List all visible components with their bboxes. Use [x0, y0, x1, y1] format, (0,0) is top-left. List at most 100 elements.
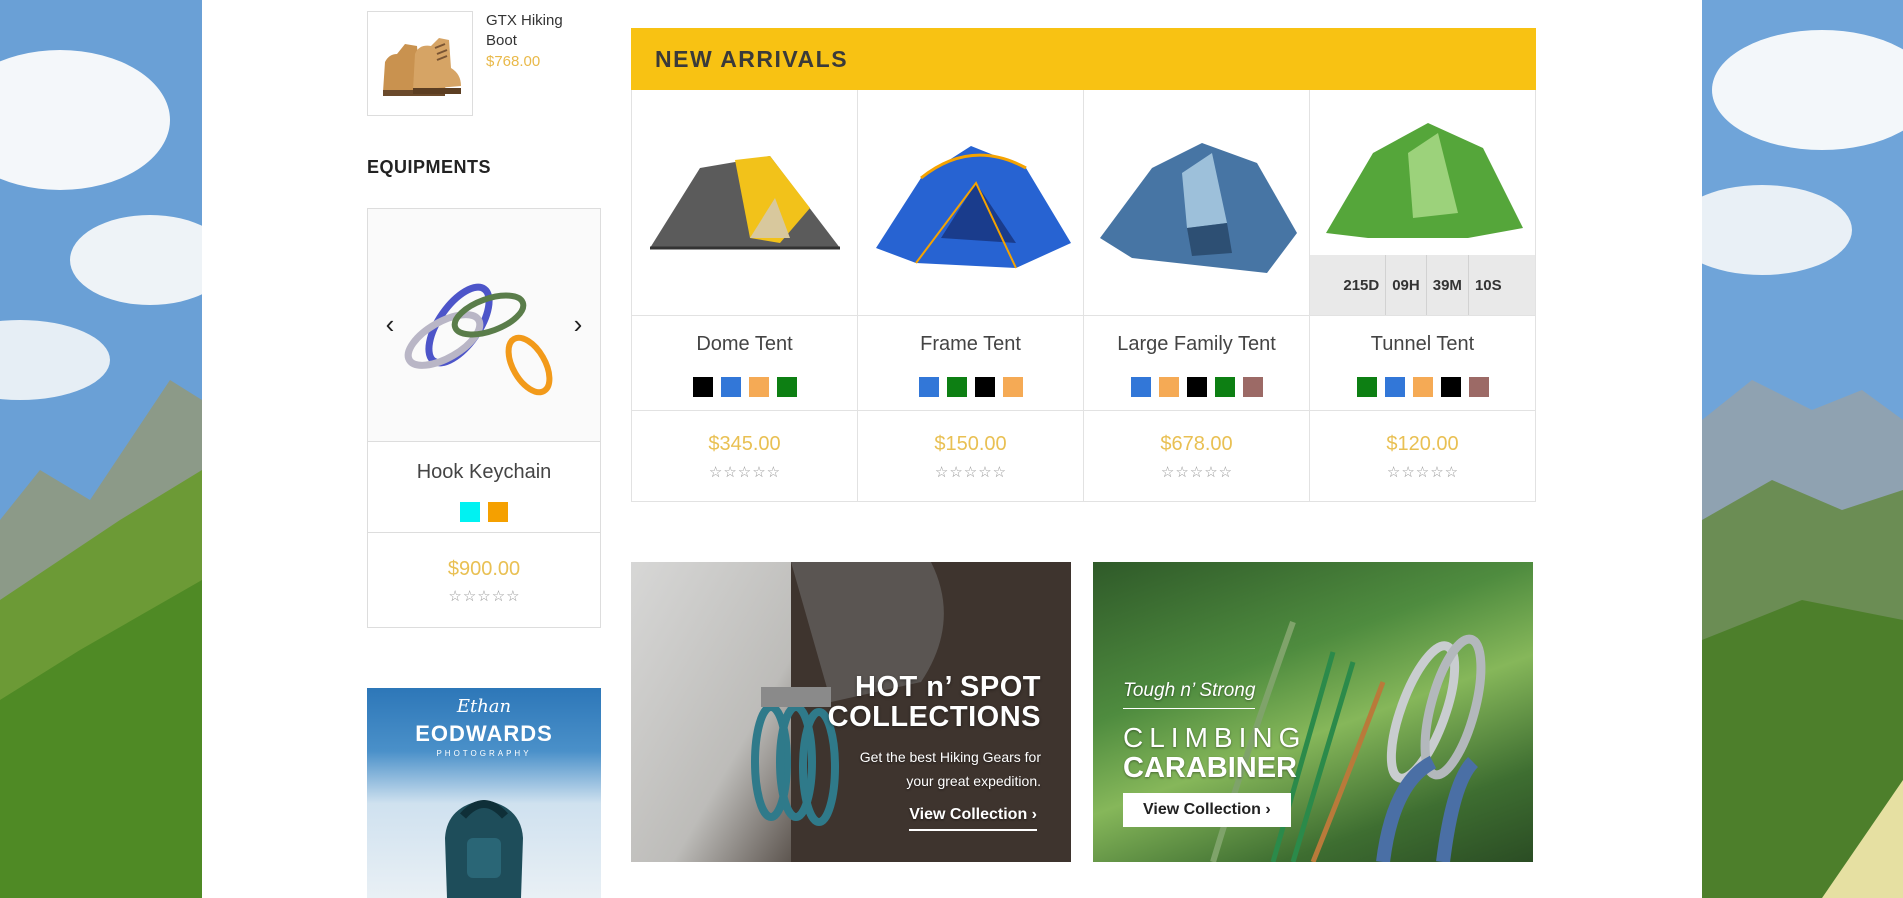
- background-scenery-right: [1702, 0, 1903, 898]
- star-rating: ☆ ☆ ☆ ☆ ☆: [448, 589, 519, 604]
- color-swatch[interactable]: [1412, 377, 1433, 397]
- product-name[interactable]: Dome Tent: [632, 316, 857, 372]
- product-image[interactable]: [632, 90, 857, 316]
- color-swatch[interactable]: [918, 377, 939, 397]
- star-outline-icon: ☆: [1415, 463, 1430, 481]
- hot-spot-title-line2: COLLECTIONS: [827, 701, 1041, 733]
- hiking-boot-image: [383, 37, 461, 96]
- product-card: Dome Tent $345.00 ☆ ☆ ☆ ☆ ☆: [632, 90, 858, 501]
- product-card: 215D 09H 39M 10S Tunnel Tent $120.00 ☆ ☆ ☆…: [1310, 90, 1536, 501]
- product-card: Large Family Tent $678.00 ☆ ☆ ☆ ☆ ☆: [1084, 90, 1310, 501]
- hot-spot-collection-banner[interactable]: HOT n’ SPOT COLLECTIONS Get the best Hiki…: [631, 562, 1071, 862]
- color-swatch[interactable]: [1002, 377, 1023, 397]
- equipments-heading: EQUIPMENTS: [367, 157, 492, 177]
- color-swatch[interactable]: [720, 377, 741, 397]
- color-swatches: [1084, 372, 1309, 410]
- product-image[interactable]: [858, 90, 1083, 316]
- star-outline-icon: ☆: [1175, 463, 1189, 481]
- new-arrivals-title: NEW ARRIVALS: [655, 46, 849, 72]
- climbing-carabiner-banner[interactable]: Tough n’ Strong CLIMBING CARABINER View …: [1093, 562, 1533, 862]
- countdown-hours: 09H: [1385, 255, 1426, 315]
- chevron-right-icon[interactable]: ›: [566, 309, 590, 339]
- countdown-minutes: 39M: [1425, 255, 1468, 315]
- product-image[interactable]: 215D 09H 39M 10S: [1310, 90, 1535, 316]
- color-swatch[interactable]: [488, 502, 508, 522]
- star-outline-icon: ☆: [1444, 463, 1459, 481]
- color-swatch[interactable]: [460, 502, 480, 522]
- carabiner-keychain-image: [404, 283, 553, 396]
- star-rating: ☆ ☆ ☆ ☆ ☆: [1387, 465, 1458, 480]
- climbing-heading-line1: CLIMBING: [1123, 722, 1307, 753]
- product-price-area: $345.00 ☆ ☆ ☆ ☆ ☆: [632, 410, 857, 501]
- new-arrivals-header: NEW ARRIVALS: [631, 28, 1536, 90]
- product-image[interactable]: [1084, 90, 1309, 316]
- color-swatch[interactable]: [776, 377, 797, 397]
- mini-product-info: GTX Hiking Boot $768.00: [486, 11, 596, 70]
- equipment-product-name[interactable]: Hook Keychain: [368, 442, 600, 502]
- view-collection-button[interactable]: View Collection ›: [909, 806, 1037, 831]
- star-outline-icon: ☆: [491, 587, 506, 605]
- product-name[interactable]: Frame Tent: [858, 316, 1083, 372]
- star-outline-icon: ☆: [462, 587, 477, 605]
- star-outline-icon: ☆: [752, 463, 766, 481]
- color-swatch[interactable]: [946, 377, 967, 397]
- view-collection-button[interactable]: View Collection ›: [1123, 793, 1291, 827]
- photography-ad-banner[interactable]: Ethan EODWARDS PHOTOGRAPHY: [367, 688, 601, 898]
- star-outline-icon: ☆: [506, 587, 520, 605]
- new-arrivals-grid: Dome Tent $345.00 ☆ ☆ ☆ ☆ ☆ Frame Tent $150.…: [631, 90, 1536, 502]
- star-outline-icon: ☆: [934, 463, 949, 481]
- star-outline-icon: ☆: [1218, 463, 1233, 481]
- star-outline-icon: ☆: [448, 587, 462, 605]
- tent-image: [875, 145, 1071, 268]
- countdown-days: 215D: [1343, 276, 1380, 294]
- color-swatch[interactable]: [1130, 377, 1151, 397]
- climbing-tagline: Tough n’ Strong: [1123, 680, 1256, 709]
- star-outline-icon: ☆: [708, 463, 723, 481]
- star-outline-icon: ☆: [737, 463, 752, 481]
- product-name[interactable]: Large Family Tent: [1084, 316, 1309, 372]
- star-outline-icon: ☆: [477, 587, 491, 605]
- star-outline-icon: ☆: [766, 463, 781, 481]
- hot-spot-title: HOT n’ SPOT COLLECTIONS: [828, 672, 1041, 732]
- color-swatch[interactable]: [1356, 377, 1377, 397]
- color-swatch[interactable]: [1214, 377, 1235, 397]
- star-outline-icon: ☆: [1204, 463, 1218, 481]
- star-outline-icon: ☆: [723, 463, 737, 481]
- equipment-price: $900.00: [447, 557, 521, 580]
- star-outline-icon: ☆: [1189, 463, 1204, 481]
- star-outline-icon: ☆: [963, 463, 978, 481]
- color-swatch[interactable]: [1440, 377, 1461, 397]
- color-swatch[interactable]: [1186, 377, 1207, 397]
- star-outline-icon: ☆: [1386, 463, 1401, 481]
- color-swatch[interactable]: [1384, 377, 1405, 397]
- product-price: $120.00: [1386, 432, 1459, 455]
- mini-product-name[interactable]: GTX Hiking Boot: [486, 11, 596, 51]
- equipment-product-card: ‹ › Hook Keychain $900.00 ☆ ☆ ☆ ☆ ☆: [367, 208, 601, 628]
- product-price-area: $678.00 ☆ ☆ ☆ ☆ ☆: [1084, 410, 1309, 501]
- countdown-timer: 215D 09H 39M 10S: [1310, 255, 1535, 315]
- color-swatch[interactable]: [748, 377, 769, 397]
- hot-spot-title-line1: HOT n’ SPOT: [855, 671, 1041, 703]
- star-outline-icon: ☆: [1401, 463, 1415, 481]
- climbing-heading-line2: CARABINER: [1123, 752, 1297, 784]
- color-swatch[interactable]: [1468, 377, 1489, 397]
- mini-product-image[interactable]: [367, 11, 473, 116]
- product-price: $345.00: [708, 432, 781, 455]
- color-swatch[interactable]: [974, 377, 995, 397]
- star-outline-icon: ☆: [978, 463, 992, 481]
- countdown-seconds: 10S: [1467, 255, 1508, 315]
- color-swatch[interactable]: [1242, 377, 1263, 397]
- equipment-product-image[interactable]: ‹ ›: [368, 209, 600, 442]
- color-swatches: [1310, 372, 1535, 410]
- page-content: GTX Hiking Boot $768.00 EQUIPMENTS ‹ › H…: [202, 0, 1702, 898]
- equipment-price-area: $900.00 ☆ ☆ ☆ ☆ ☆: [368, 532, 600, 628]
- color-swatches: [858, 372, 1083, 410]
- color-swatch[interactable]: [1158, 377, 1179, 397]
- product-name[interactable]: Tunnel Tent: [1310, 316, 1535, 372]
- star-rating: ☆ ☆ ☆ ☆ ☆: [1161, 465, 1232, 480]
- chevron-right-icon: ›: [1265, 801, 1271, 818]
- color-swatches: [632, 372, 857, 410]
- color-swatch[interactable]: [692, 377, 713, 397]
- chevron-left-icon[interactable]: ‹: [378, 309, 402, 339]
- view-collection-label: View Collection: [909, 806, 1028, 823]
